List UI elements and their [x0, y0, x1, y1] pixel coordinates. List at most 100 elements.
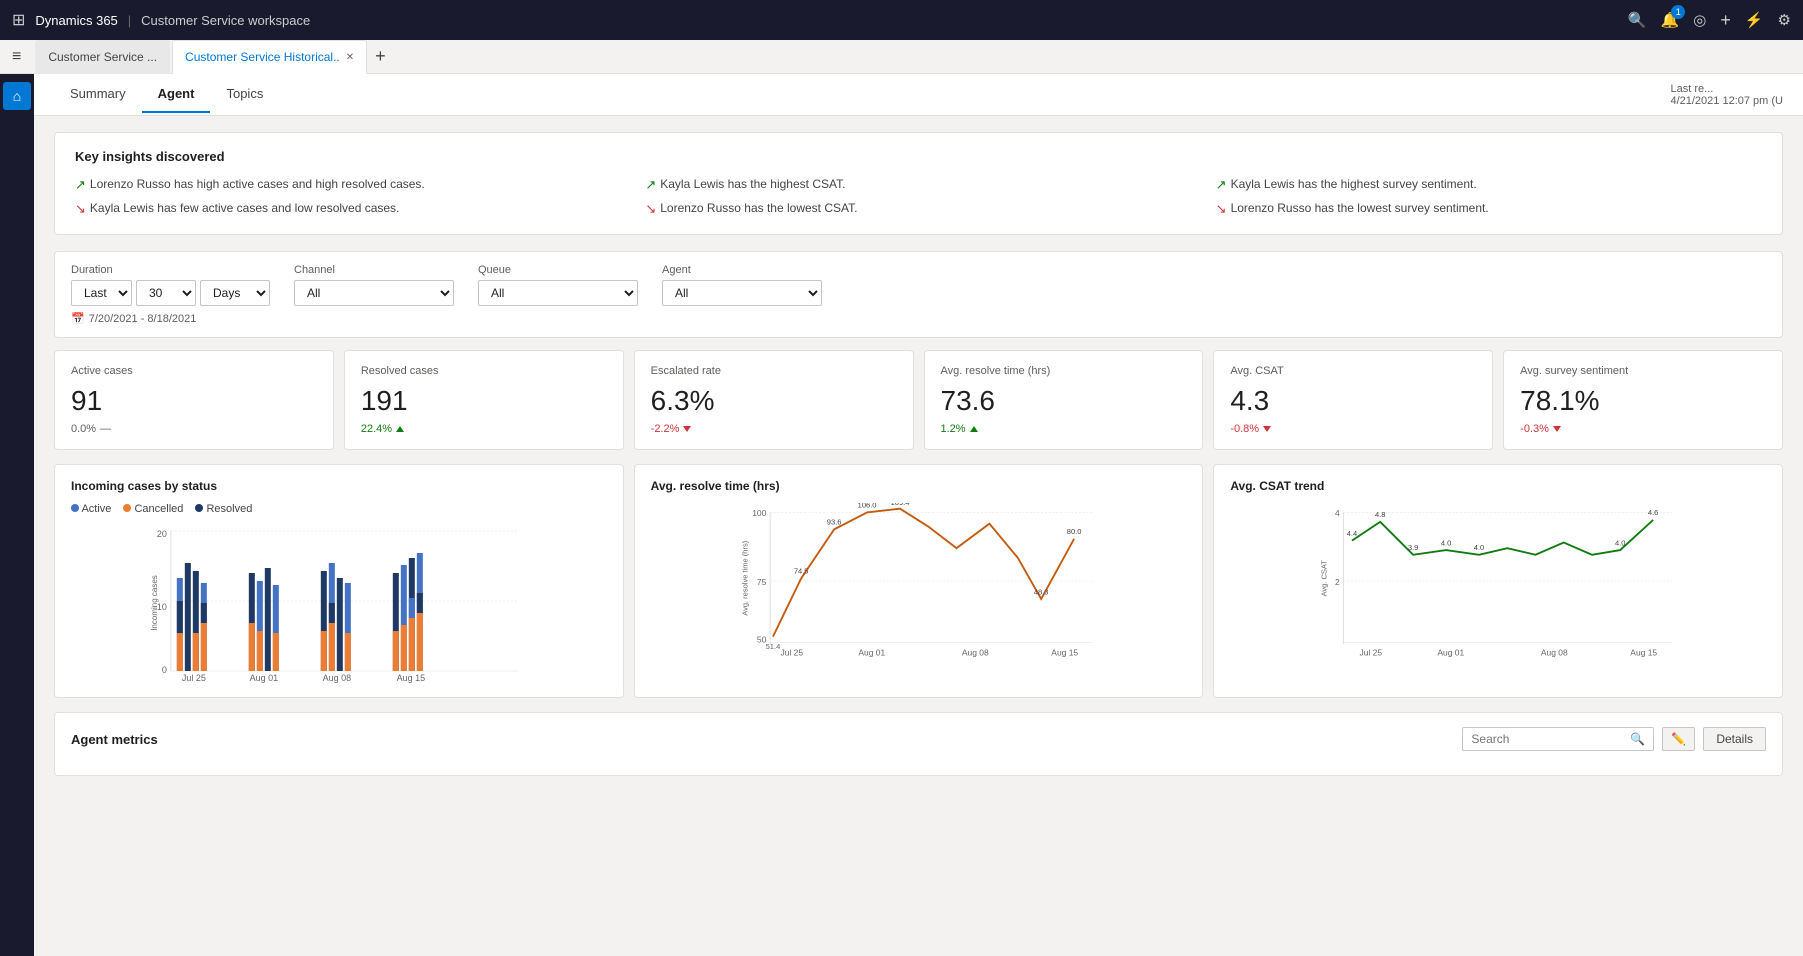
- tab-close-icon[interactable]: ✕: [346, 52, 354, 63]
- insight-text: Kayla Lewis has the highest CSAT.: [660, 176, 845, 193]
- svg-text:100: 100: [752, 509, 766, 519]
- edit-button[interactable]: ✏️: [1662, 727, 1695, 751]
- metric-title: Active cases: [71, 365, 317, 377]
- tab-summary[interactable]: Summary: [54, 76, 142, 113]
- svg-text:48.3: 48.3: [1034, 588, 1049, 597]
- insight-item: ↗ Kayla Lewis has the highest CSAT.: [645, 176, 1191, 194]
- agent-select[interactable]: All: [662, 280, 822, 306]
- search-icon[interactable]: 🔍: [1628, 11, 1647, 29]
- brand: Dynamics 365: [35, 13, 117, 28]
- insight-item: ↘ Kayla Lewis has few active cases and l…: [75, 200, 621, 218]
- svg-text:Aug 08: Aug 08: [962, 648, 989, 658]
- tab-customer-service[interactable]: Customer Service ...: [35, 40, 170, 74]
- svg-text:Avg. resolve time (hrs): Avg. resolve time (hrs): [740, 541, 749, 617]
- metric-active-cases: Active cases 91 0.0% —: [54, 350, 334, 450]
- agent-metrics-header: Agent metrics 🔍 ✏️ Details: [71, 727, 1766, 751]
- grid-icon[interactable]: ⊞: [12, 10, 25, 30]
- svg-text:4.4: 4.4: [1347, 529, 1357, 538]
- change-value: 0.0%: [71, 423, 96, 435]
- insight-item: ↘ Lorenzo Russo has the lowest survey se…: [1216, 200, 1762, 218]
- tab-agent[interactable]: Agent: [142, 76, 211, 113]
- metric-change: 0.0% —: [71, 423, 317, 435]
- svg-text:Jul 25: Jul 25: [780, 648, 803, 658]
- line-chart-container: 100 75 50 51.4: [651, 503, 1187, 663]
- queue-select[interactable]: All: [478, 280, 638, 306]
- legend-resolved: Resolved: [195, 503, 252, 515]
- last-refresh-value: 4/21/2021 12:07 pm (U: [1670, 95, 1783, 107]
- metric-avg-survey: Avg. survey sentiment 78.1% -0.3%: [1503, 350, 1783, 450]
- sidebar: ⌂: [0, 74, 34, 956]
- tab-topics-label: Topics: [226, 86, 263, 101]
- arrow-up-icon: [970, 426, 978, 432]
- filters-section: Duration Last 30 Days: [54, 251, 1783, 338]
- svg-text:Aug 01: Aug 01: [1438, 648, 1465, 658]
- metric-value: 4.3: [1230, 385, 1476, 417]
- duration-preset-select[interactable]: Last: [71, 280, 132, 306]
- main-content: Summary Agent Topics Last re... 4/21/202…: [34, 74, 1803, 956]
- change-value: -0.8%: [1230, 423, 1259, 435]
- agent-metrics-controls: 🔍 ✏️ Details: [1462, 727, 1766, 751]
- insights-grid: ↗ Lorenzo Russo has high active cases an…: [75, 176, 1762, 218]
- svg-text:20: 20: [157, 529, 167, 539]
- add-icon[interactable]: +: [1720, 10, 1731, 31]
- search-box[interactable]: 🔍: [1462, 727, 1654, 751]
- search-input[interactable]: [1471, 732, 1626, 746]
- insight-up-icon: ↗: [645, 176, 656, 194]
- chart-title: Avg. CSAT trend: [1230, 479, 1766, 493]
- channel-filter: Channel All: [294, 264, 454, 306]
- metric-change: -2.2%: [651, 423, 897, 435]
- chart-title: Avg. resolve time (hrs): [651, 479, 1187, 493]
- arrow-down-icon: [1263, 426, 1271, 432]
- sidebar-home-icon[interactable]: ⌂: [3, 82, 31, 110]
- channel-select[interactable]: All: [294, 280, 454, 306]
- bar-chart-svg: 20 10 0: [71, 523, 607, 683]
- metric-value: 91: [71, 385, 317, 417]
- details-button[interactable]: Details: [1703, 727, 1766, 751]
- nav-separator: |: [128, 13, 131, 28]
- insight-up-icon: ↗: [75, 176, 86, 194]
- filters-row: Duration Last 30 Days: [71, 264, 1766, 306]
- svg-text:Aug 08: Aug 08: [323, 673, 352, 683]
- svg-text:Incoming cases: Incoming cases: [150, 576, 159, 632]
- target-icon[interactable]: ◎: [1693, 11, 1706, 29]
- arrow-up-icon: [396, 426, 404, 432]
- insight-text: Kayla Lewis has the highest survey senti…: [1231, 176, 1477, 193]
- svg-text:2: 2: [1335, 577, 1340, 587]
- metric-change: 1.2%: [941, 423, 1187, 435]
- queue-filter: Queue All: [478, 264, 638, 306]
- settings-icon[interactable]: ⚙: [1778, 11, 1791, 29]
- add-tab-button[interactable]: +: [369, 46, 392, 67]
- svg-text:Jul 25: Jul 25: [1360, 648, 1383, 658]
- metric-change: -0.8%: [1230, 423, 1476, 435]
- tab-topics[interactable]: Topics: [210, 76, 279, 113]
- duration-unit-select[interactable]: Days: [200, 280, 270, 306]
- metric-resolved-cases: Resolved cases 191 22.4%: [344, 350, 624, 450]
- duration-value-select[interactable]: 30: [136, 280, 196, 306]
- notification-icon[interactable]: 🔔 1: [1661, 11, 1680, 29]
- metric-value: 78.1%: [1520, 385, 1766, 417]
- tab-historical[interactable]: Customer Service Historical.. ✕: [172, 40, 367, 74]
- agent-metrics-title: Agent metrics: [71, 732, 158, 747]
- change-value: -2.2%: [651, 423, 680, 435]
- insights-card: Key insights discovered ↗ Lorenzo Russo …: [54, 132, 1783, 235]
- csat-chart-container: 4 2 4.4 4.8 3.9: [1230, 503, 1766, 663]
- filter-icon[interactable]: ⚡: [1745, 11, 1764, 29]
- top-navigation: ⊞ Dynamics 365 | Customer Service worksp…: [0, 0, 1803, 40]
- metric-title: Avg. survey sentiment: [1520, 365, 1766, 377]
- metric-change: 22.4%: [361, 423, 607, 435]
- insight-text: Lorenzo Russo has the lowest survey sent…: [1231, 200, 1489, 217]
- agent-metrics-card: Agent metrics 🔍 ✏️ Details: [54, 712, 1783, 776]
- csat-trend-chart: Avg. CSAT trend 4 2: [1213, 464, 1783, 698]
- metric-title: Avg. CSAT: [1230, 365, 1476, 377]
- agent-filter: Agent All: [662, 264, 822, 306]
- top-nav-actions: 🔍 🔔 1 ◎ + ⚡ ⚙: [1628, 10, 1791, 31]
- resolve-time-svg: 100 75 50 51.4: [651, 503, 1187, 663]
- duration-filter: Duration Last 30 Days: [71, 264, 270, 306]
- change-value: 22.4%: [361, 423, 392, 435]
- csat-trend-svg: 4 2 4.4 4.8 3.9: [1230, 503, 1766, 663]
- last-refresh: Last re... 4/21/2021 12:07 pm (U: [1670, 83, 1783, 107]
- tab-bar: ≡ Customer Service ... Customer Service …: [0, 40, 1803, 74]
- insight-item: ↗ Lorenzo Russo has high active cases an…: [75, 176, 621, 194]
- svg-text:80.0: 80.0: [1066, 527, 1081, 536]
- menu-icon[interactable]: ≡: [8, 44, 25, 70]
